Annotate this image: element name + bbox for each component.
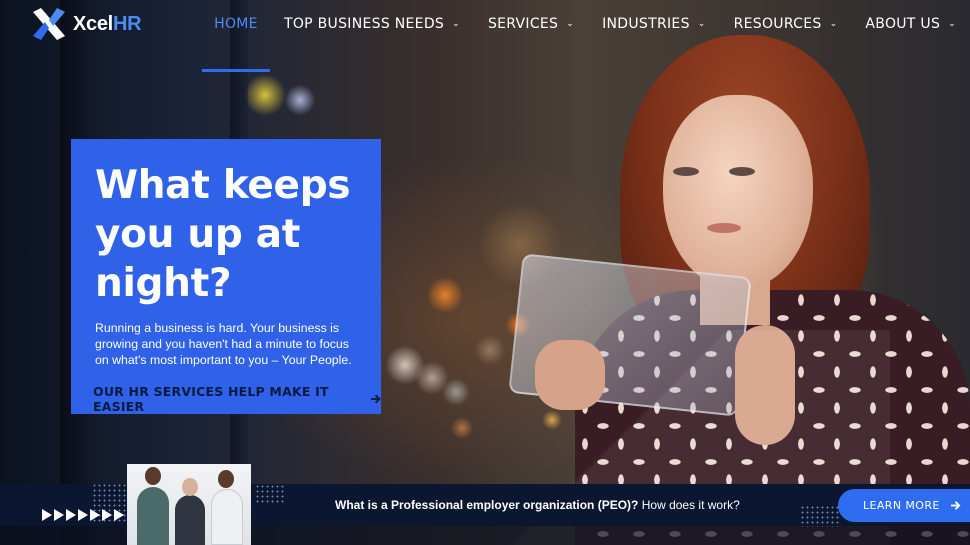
peo-question: What is a Professional employer organiza…	[335, 498, 740, 512]
nav-services[interactable]: SERVICES ⌄	[474, 0, 588, 72]
dot-pattern	[800, 505, 840, 527]
brand-name: XcelHR	[73, 12, 142, 35]
hr-services-link[interactable]: OUR HR SERVICES HELP MAKE IT EASIER	[93, 384, 381, 414]
nav-home[interactable]: HOME	[201, 0, 270, 72]
team-photo	[127, 464, 251, 545]
site-header: XcelHR HOME TOP BUSINESS NEEDS ⌄ SERVICES…	[0, 0, 970, 72]
chevron-down-icon: ⌄	[697, 19, 706, 29]
play-triangle-icon	[90, 509, 100, 521]
hero-title: What keeps you up at night?	[95, 163, 351, 306]
nav-resources[interactable]: RESOURCES ⌄	[720, 0, 852, 72]
nav-top-business-needs[interactable]: TOP BUSINESS NEEDS ⌄	[270, 0, 474, 72]
hr-services-link-label: OUR HR SERVICES HELP MAKE IT EASIER	[93, 384, 329, 414]
chevron-down-icon: ⌄	[829, 19, 838, 29]
arrow-right-icon	[370, 394, 381, 404]
nav-about-us[interactable]: ABOUT US ⌄	[851, 0, 970, 72]
learn-more-button[interactable]: LEARN MORE	[838, 489, 970, 522]
main-nav: HOME TOP BUSINESS NEEDS ⌄ SERVICES ⌄ INDUS…	[201, 0, 970, 72]
hero-description: Running a business is hard. Your busines…	[95, 321, 352, 367]
play-triangle-icon	[102, 509, 112, 521]
x-logo-icon	[33, 8, 65, 40]
play-triangle-icon	[66, 509, 76, 521]
play-triangle-icon	[78, 509, 88, 521]
play-triangle-icon	[42, 509, 52, 521]
play-arrows	[42, 509, 124, 521]
site-logo[interactable]: XcelHR	[31, 6, 142, 42]
arrow-right-icon	[950, 501, 961, 510]
play-triangle-icon	[114, 509, 124, 521]
dot-pattern	[255, 484, 285, 504]
chevron-down-icon: ⌄	[452, 19, 460, 29]
chevron-down-icon: ⌄	[948, 19, 956, 29]
learn-more-label: LEARN MORE	[863, 499, 940, 512]
nav-industries[interactable]: INDUSTRIES ⌄	[588, 0, 720, 72]
hero-card: What keeps you up at night? Running a bu…	[71, 139, 381, 414]
chevron-down-icon: ⌄	[566, 19, 575, 29]
play-triangle-icon	[54, 509, 64, 521]
